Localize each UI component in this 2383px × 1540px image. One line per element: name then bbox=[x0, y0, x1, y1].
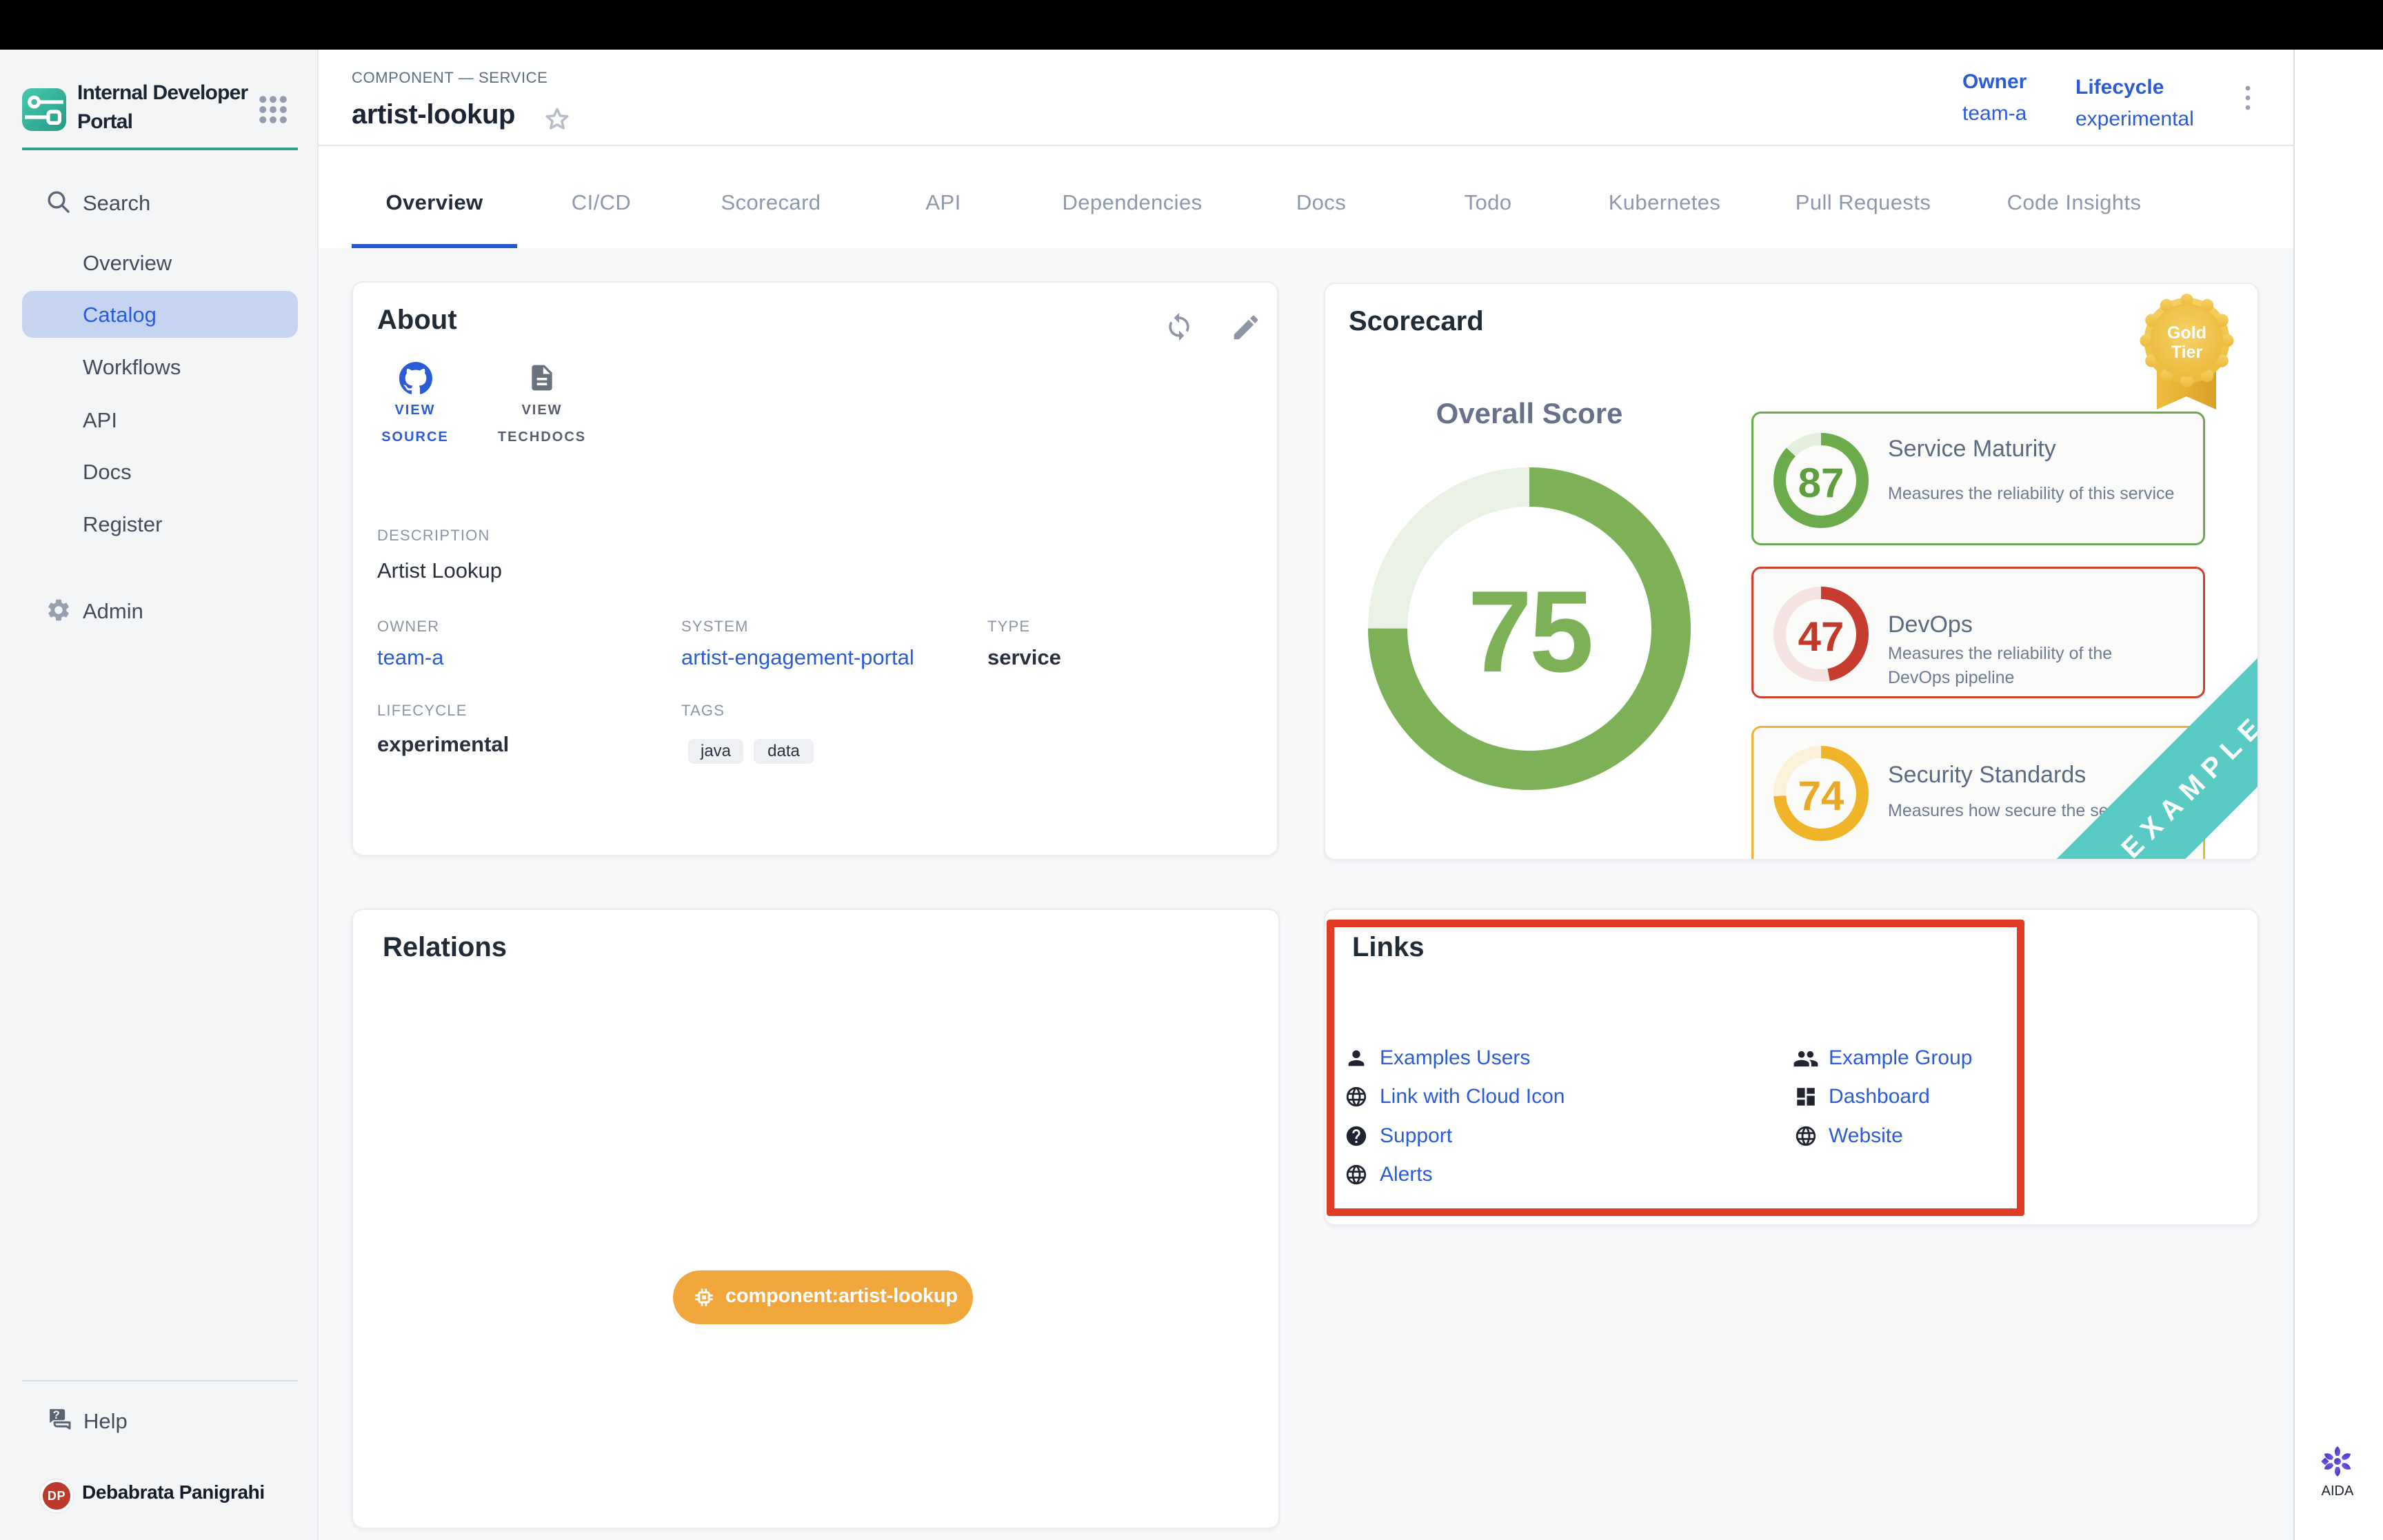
svg-text:?: ? bbox=[53, 1408, 60, 1421]
svg-text:Gold: Gold bbox=[2167, 323, 2206, 343]
svg-text:Tier: Tier bbox=[2171, 343, 2203, 362]
